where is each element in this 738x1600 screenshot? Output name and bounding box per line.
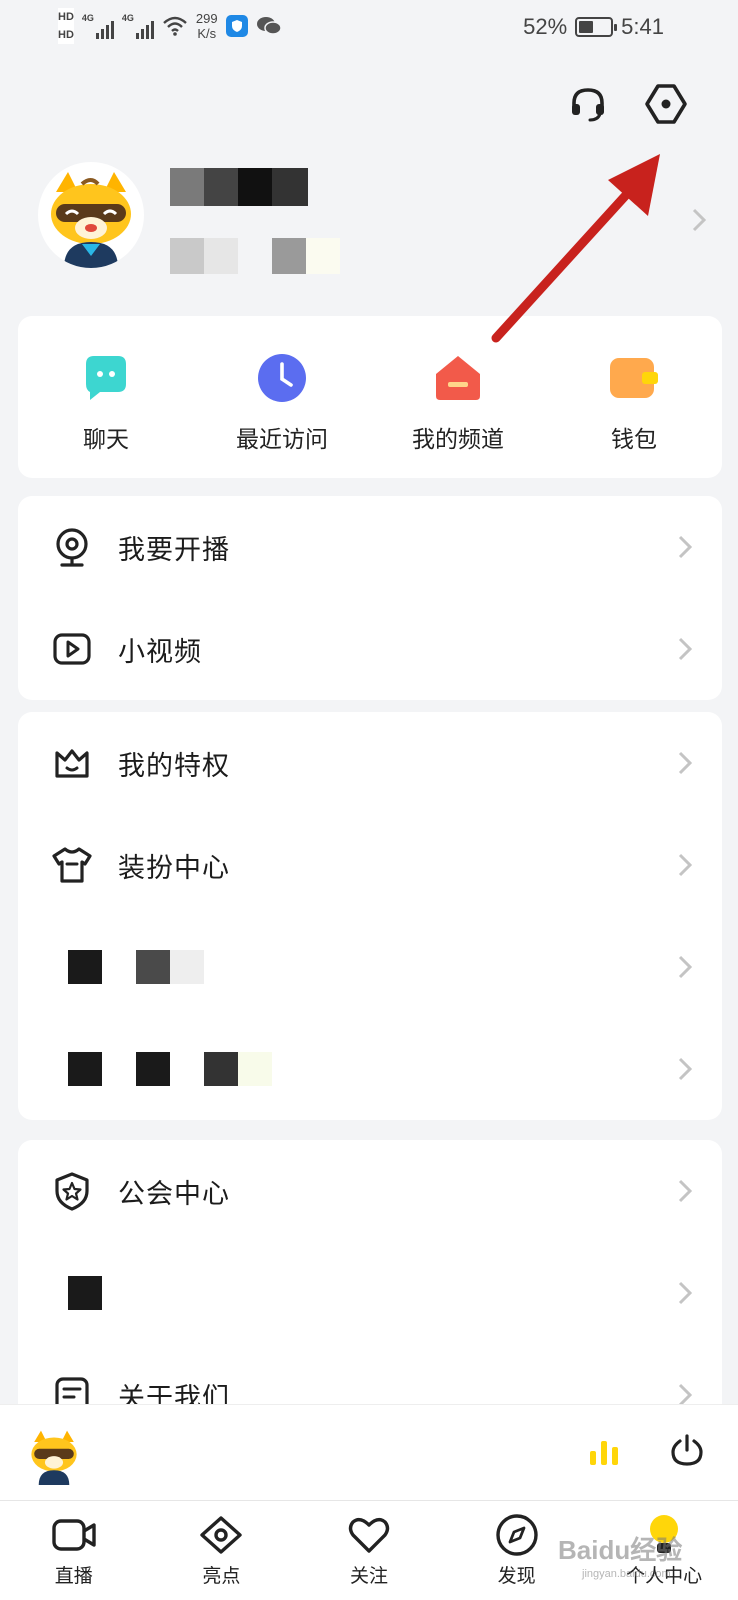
profile-chevron-right-icon[interactable] [692,208,706,232]
redacted-block [204,1052,238,1086]
hd-indicator-2: HD [58,26,74,44]
quick-action-label: 钱包 [611,427,657,453]
redacted-block [68,1052,102,1086]
chevron-right-icon [678,955,692,979]
redacted-block [136,1052,170,1086]
quick-action-label: 我的频道 [412,427,504,453]
menu-item-redacted-3[interactable] [18,1242,722,1344]
quick-action-recent[interactable]: 最近访问 [194,316,370,478]
redacted-block [136,950,170,984]
mini-player-bar[interactable] [0,1404,738,1500]
customer-service-button[interactable] [564,80,612,128]
signal-2-icon: 4G [122,13,154,39]
menu-item-label: 我要开播 [118,534,230,566]
wechat-icon [256,17,282,35]
menu-item-redacted-1[interactable] [18,916,722,1018]
network-type-1: 4G [81,13,94,23]
menu-item-about[interactable]: 关于我们 [18,1344,722,1404]
redacted-block [68,950,102,984]
clock-time: 5:41 [621,14,664,39]
headset-icon [572,88,604,122]
menu-item-label: 公会中心 [118,1178,230,1210]
document-icon [55,1377,89,1404]
chevron-right-icon [678,1179,692,1203]
network-type-2: 4G [121,13,134,23]
menu-item-short-video[interactable]: 小视频 [18,598,722,700]
channel-house-icon [436,356,480,400]
menu-item-label: 我的特权 [118,750,230,782]
wallet-icon [610,358,658,398]
eye-icon [200,1516,243,1554]
crown-icon [55,749,89,778]
tshirt-icon [52,847,92,883]
nav-tab-label: 发现 [497,1565,536,1587]
quick-action-label: 最近访问 [236,427,328,453]
menu-item-label: 关于我们 [118,1382,230,1405]
menu-item-start-live[interactable]: 我要开播 [18,496,722,598]
wifi-icon [163,16,187,36]
hd-indicator-1: HD [58,8,74,26]
chevron-right-icon [678,1383,692,1404]
nav-tab-label: 亮点 [202,1565,241,1587]
chevron-right-icon [678,637,692,661]
redacted-block [68,1276,102,1310]
chevron-right-icon [678,1281,692,1305]
chevron-right-icon [678,751,692,775]
heart-icon [348,1517,390,1553]
menu-card-privileges: 我的特权 装扮中心 [18,712,722,1120]
avatar[interactable] [38,162,144,268]
network-speed-value: 299 [195,11,218,26]
video-play-icon [53,633,91,665]
signal-1-icon: 4G [82,13,114,39]
watermark: Baidu经验 [558,1535,683,1565]
battery-percent: 52% [523,14,568,39]
battery-icon [575,17,618,37]
nav-tab-label: 直播 [54,1565,93,1587]
menu-item-redacted-2[interactable] [18,1018,722,1120]
network-speed: 299 K/s [196,11,218,41]
webcam-icon [56,528,88,567]
menu-card-guild: 公会中心 关于我们 [18,1140,722,1404]
audio-bars-icon[interactable] [588,1437,620,1467]
quick-action-label: 聊天 [83,427,129,453]
user-id-redacted [170,238,340,274]
clock-icon [258,354,306,402]
quick-action-chat[interactable]: 聊天 [18,316,194,478]
redacted-block [170,950,204,984]
chevron-right-icon [678,1057,692,1081]
power-icon[interactable] [670,1433,704,1467]
menu-item-label: 小视频 [118,636,202,668]
chevron-right-icon [678,853,692,877]
hexagon-settings-icon [645,84,687,124]
nav-tab-highlights[interactable]: 亮点 [148,1501,296,1600]
settings-button[interactable] [642,80,690,128]
raccoon-mascot-icon [51,172,131,268]
chevron-right-icon [678,535,692,559]
nav-tab-follow[interactable]: 关注 [295,1501,443,1600]
shield-star-icon [55,1172,89,1211]
status-bar: HD HD 4G 4G 299 K/s 52% 5:41 [0,0,738,56]
watermark-url: jingyan.baidu.com [582,1568,671,1580]
network-speed-unit: K/s [197,26,217,41]
compass-icon [495,1514,538,1556]
chat-bubble-icon [86,356,126,400]
hd-indicator: HD HD [58,8,74,44]
menu-card-live: 我要开播 小视频 [18,496,722,700]
redacted-block [238,1052,272,1086]
menu-item-dressup[interactable]: 装扮中心 [18,814,722,916]
mini-mascot-icon [31,1430,77,1485]
menu-item-privileges[interactable]: 我的特权 [18,712,722,814]
nav-tab-label: 关注 [349,1565,388,1587]
security-app-icon [225,15,248,37]
username-redacted [170,168,308,206]
annotation-arrow-icon [491,154,660,343]
menu-item-guild[interactable]: 公会中心 [18,1140,722,1242]
menu-item-label: 装扮中心 [118,852,230,884]
video-camera-icon [52,1519,96,1551]
nav-tab-live[interactable]: 直播 [0,1501,148,1600]
